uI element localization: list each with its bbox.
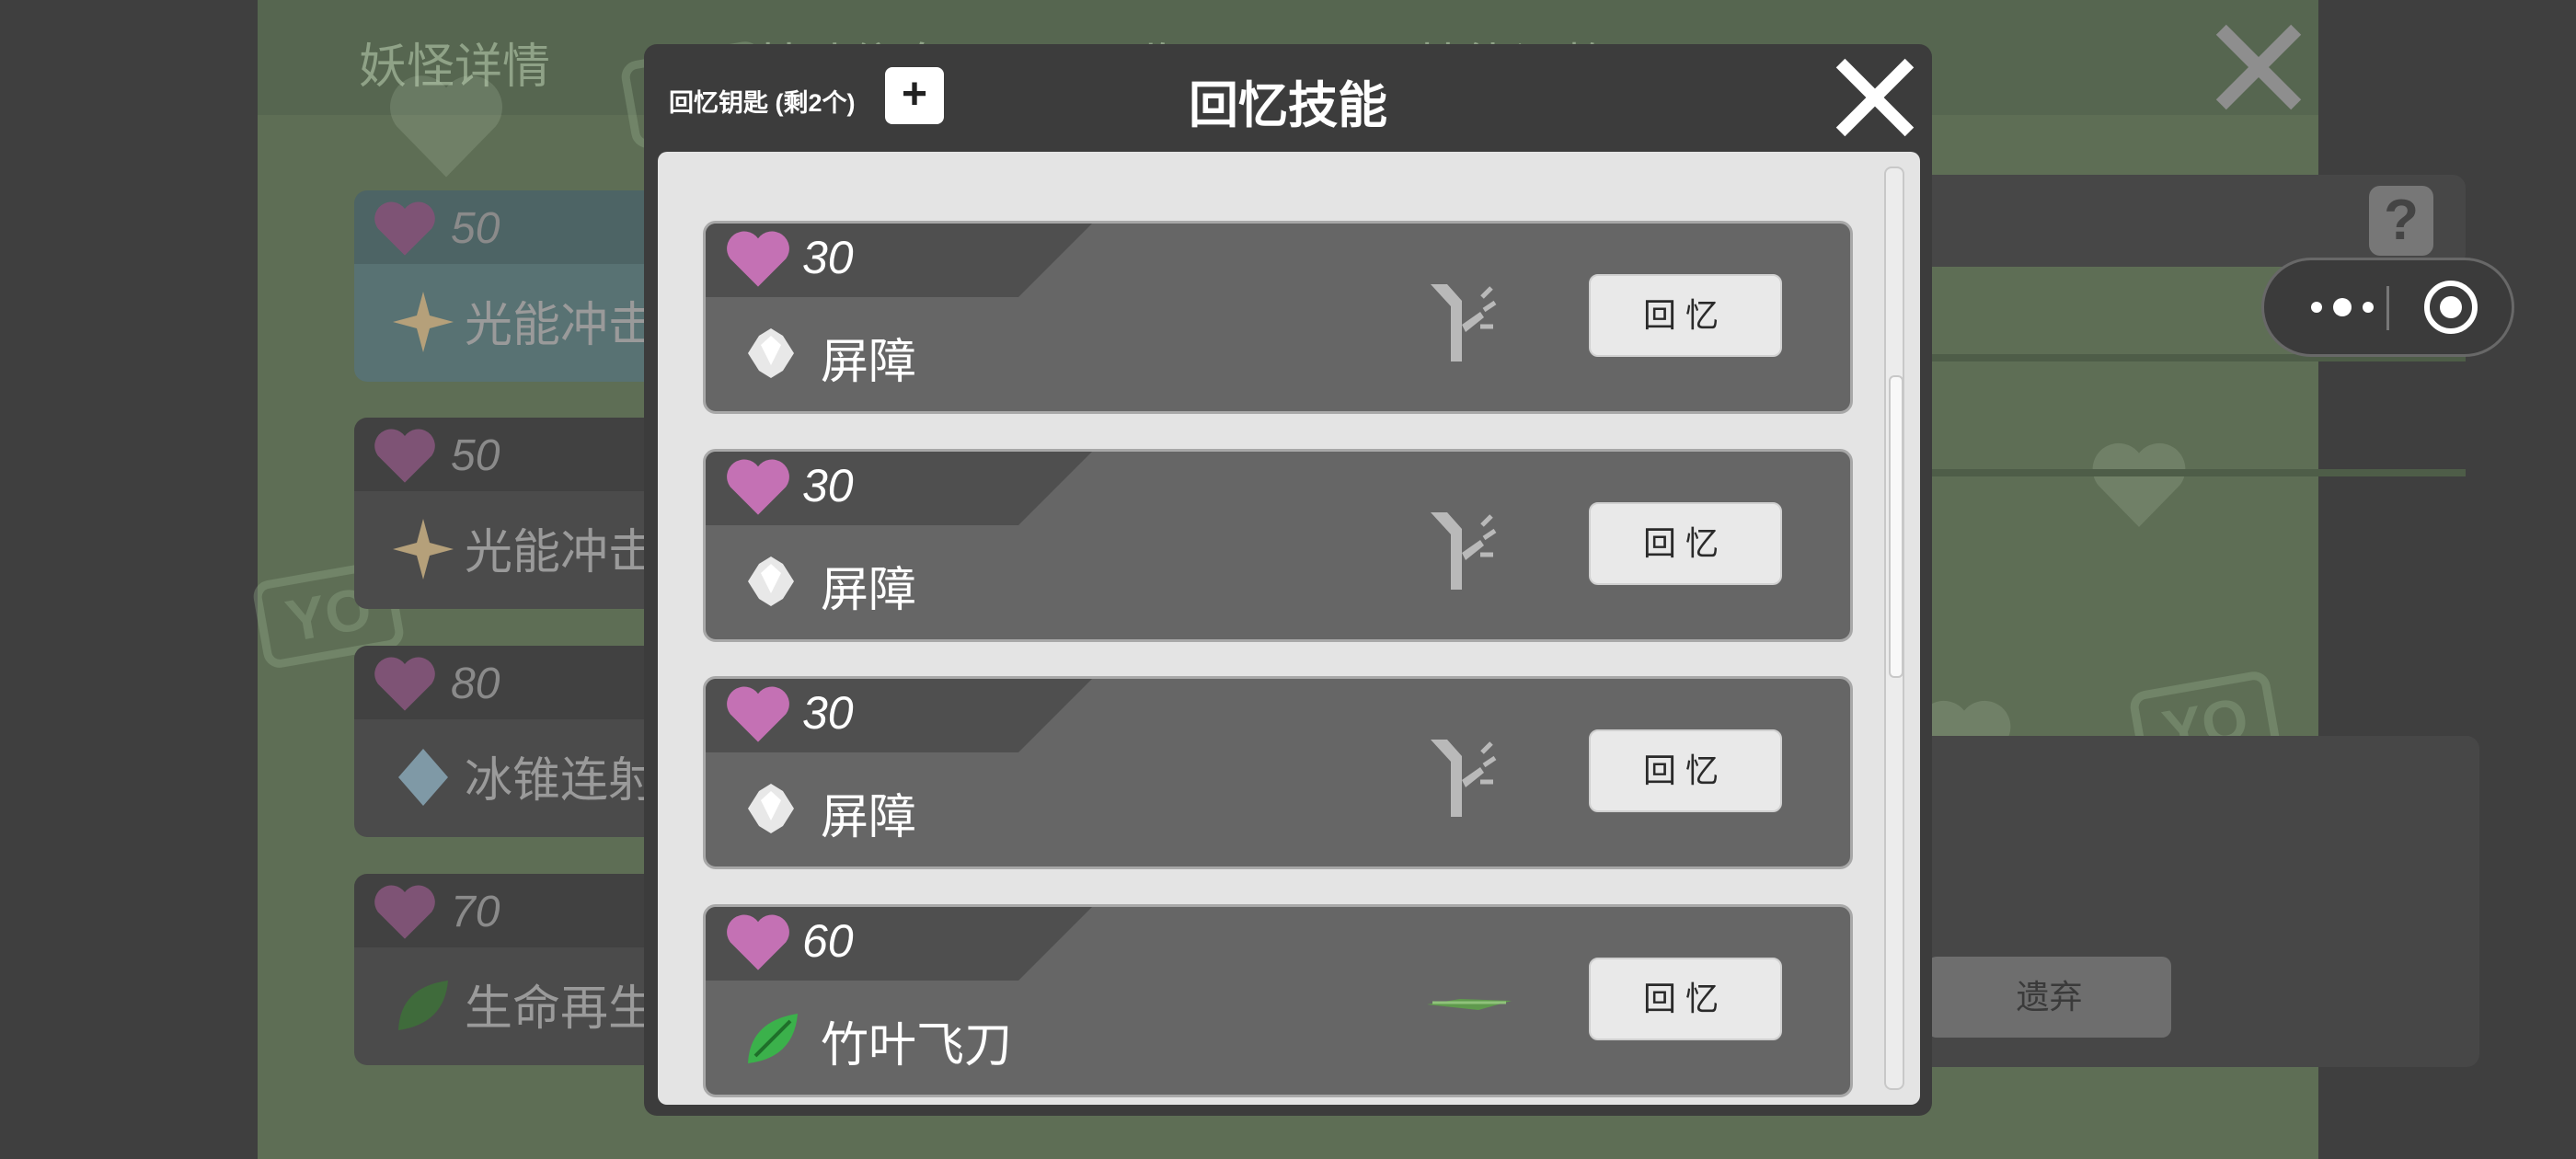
- background-info-panel: ?: [1849, 175, 2466, 267]
- close-miniprogram-icon[interactable]: [2421, 277, 2481, 338]
- barrier-orb-icon: [748, 328, 794, 378]
- list-item: 30 屏障 回忆: [703, 221, 1853, 414]
- branch-type-icon: [1431, 284, 1497, 361]
- recall-button[interactable]: 回忆: [1589, 729, 1782, 812]
- recall-skill-dialog: 回忆钥匙 (剩2个) + 回忆技能 30 屏障 回忆 30 屏障 回忆 30 屏…: [644, 44, 1932, 1116]
- skill-name: 生命再生: [465, 982, 657, 1036]
- discard-button[interactable]: 遗弃: [1927, 957, 2171, 1038]
- branch-type-icon: [1431, 740, 1497, 817]
- skill-cost: 80: [451, 660, 500, 708]
- light-burst-icon: [393, 292, 454, 352]
- ice-shard-icon: [398, 749, 448, 806]
- miniprogram-capsule: [2261, 258, 2514, 357]
- help-button[interactable]: ?: [2369, 186, 2433, 256]
- skill-name: 竹叶飞刀: [821, 1019, 1013, 1073]
- skill-name: 光能冲击: [465, 299, 657, 352]
- close-icon[interactable]: [2208, 17, 2309, 118]
- list-item: 60 竹叶飞刀 回忆: [703, 904, 1853, 1097]
- heart-icon: [727, 914, 789, 970]
- skill-name: 屏障: [821, 791, 917, 844]
- close-icon[interactable]: [1831, 53, 1919, 142]
- skill-cost: 30: [802, 232, 854, 283]
- recall-skill-list[interactable]: 30 屏障 回忆 30 屏障 回忆 30 屏障 回忆 60 竹叶飞刀 回忆: [658, 152, 1920, 1105]
- list-item: 30 屏障 回忆: [703, 449, 1853, 642]
- heart-icon: [374, 657, 435, 711]
- list-item: 30 屏障 回忆: [703, 676, 1853, 869]
- heart-pattern-icon: [2092, 442, 2186, 527]
- recall-button[interactable]: 回忆: [1589, 502, 1782, 585]
- skill-name: 屏障: [821, 564, 917, 617]
- recall-button[interactable]: 回忆: [1589, 274, 1782, 357]
- skill-name: 光能冲击: [465, 526, 657, 580]
- skill-cost: 30: [802, 460, 854, 511]
- recall-button[interactable]: 回忆: [1589, 958, 1782, 1040]
- branch-type-icon: [1431, 512, 1497, 590]
- blade-type-icon: [1427, 999, 1512, 1010]
- skill-cost: 70: [451, 888, 500, 936]
- skill-cost: 60: [802, 915, 854, 967]
- light-burst-icon: [393, 519, 454, 580]
- barrier-orb-icon: [748, 784, 794, 833]
- scrollbar[interactable]: [1884, 166, 1904, 1090]
- skill-cost: 30: [802, 687, 854, 739]
- heart-icon: [727, 459, 789, 515]
- skill-name: 屏障: [821, 336, 917, 389]
- heart-icon: [374, 201, 435, 256]
- heart-pattern-icon: [390, 75, 502, 178]
- scrollbar-thumb[interactable]: [1889, 375, 1903, 678]
- skill-cost: 50: [451, 431, 500, 480]
- heart-icon: [727, 686, 789, 742]
- heart-icon: [727, 231, 789, 287]
- leaf-icon: [398, 981, 448, 1030]
- dialog-title: 回忆技能: [1189, 78, 1387, 133]
- heart-icon: [374, 429, 435, 483]
- heart-icon: [374, 885, 435, 939]
- bamboo-leaf-icon: [748, 1014, 798, 1063]
- barrier-orb-icon: [748, 557, 794, 606]
- skill-name: 冰锥连射: [465, 754, 657, 808]
- more-options-icon[interactable]: [2296, 260, 2388, 354]
- skill-cost: 50: [451, 204, 500, 253]
